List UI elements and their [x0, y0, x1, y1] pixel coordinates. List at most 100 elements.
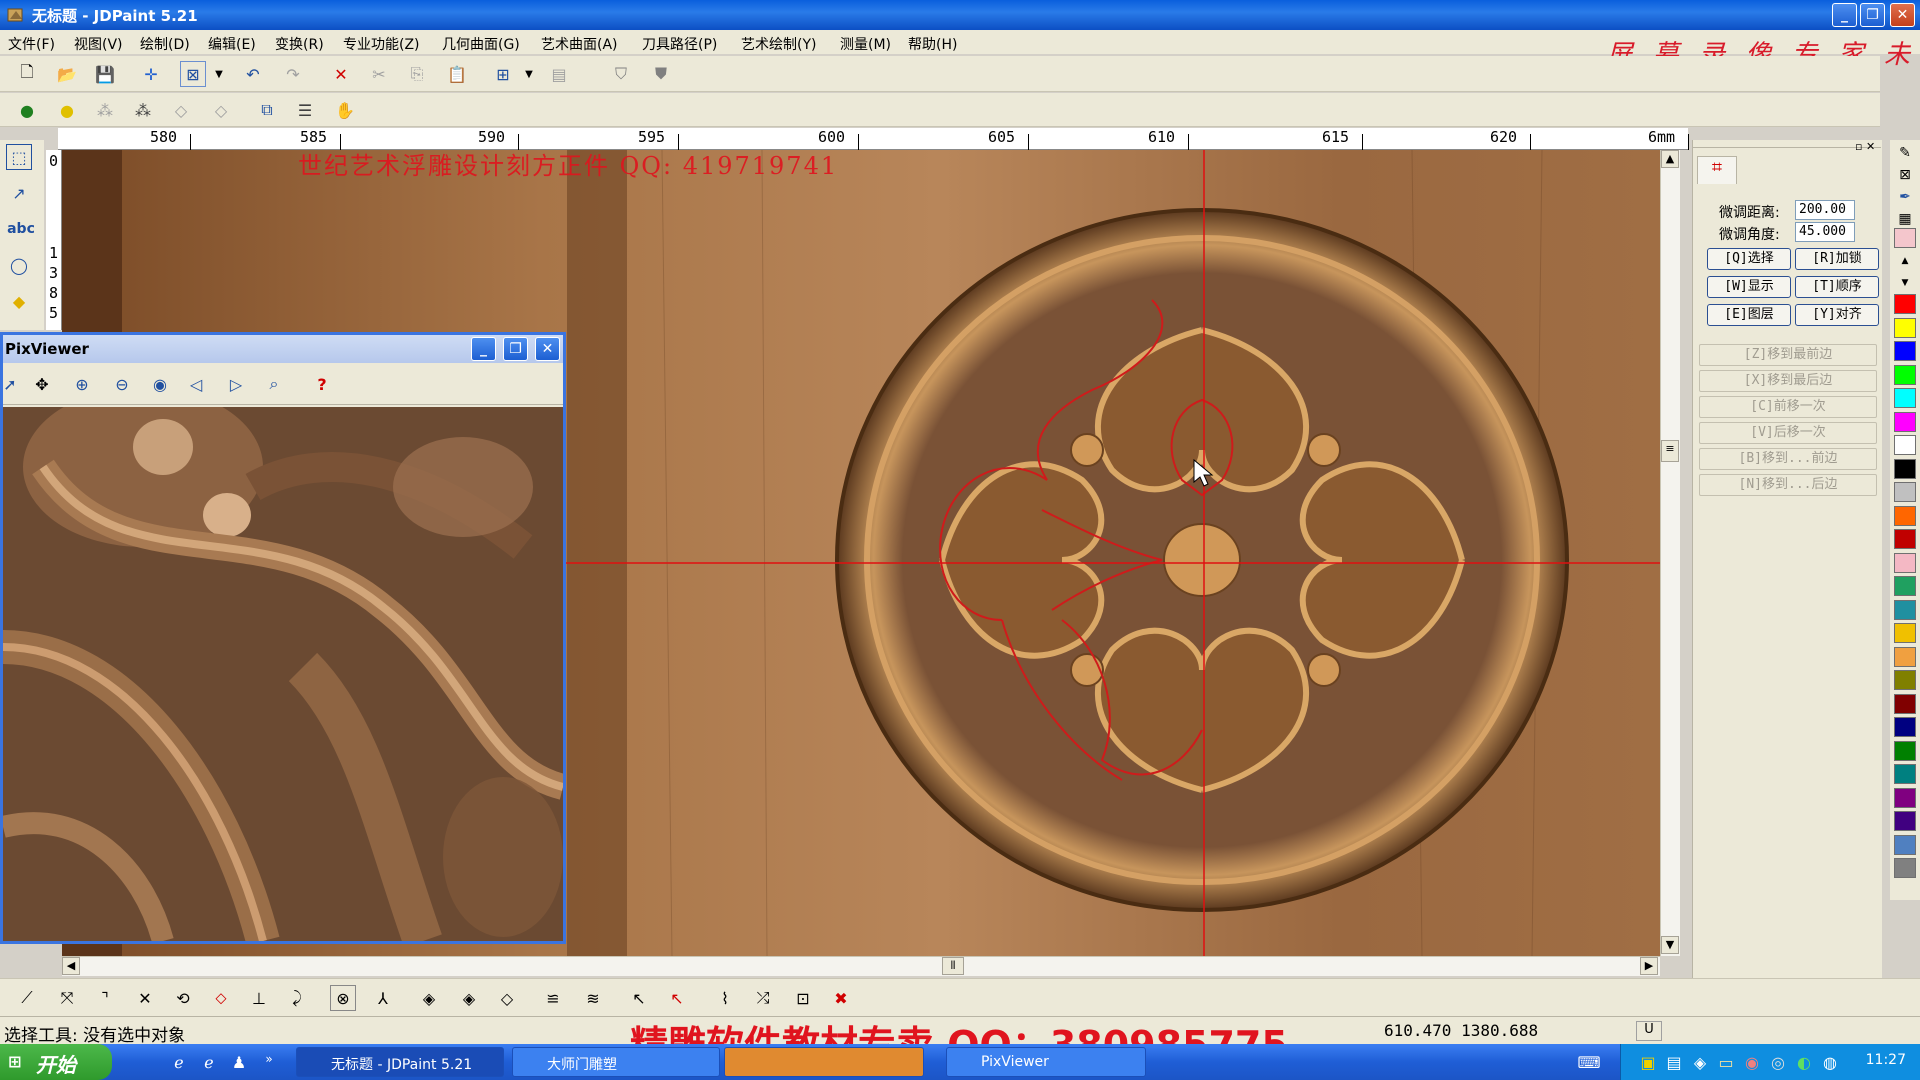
- color-swatch[interactable]: [1894, 388, 1916, 408]
- menu-edit[interactable]: 编辑(E): [208, 34, 256, 54]
- minimize-button[interactable]: _: [1832, 3, 1857, 27]
- bulb-icon[interactable]: ●: [54, 97, 80, 123]
- tangent-icon[interactable]: ⤸: [284, 985, 310, 1011]
- color-swatch[interactable]: [1894, 411, 1916, 432]
- menu-toolpath[interactable]: 刀具路径(P): [642, 34, 717, 54]
- crosshair-icon[interactable]: ✛: [138, 61, 164, 87]
- select-button[interactable]: [Q]选择: [1707, 248, 1791, 270]
- color-swatch[interactable]: [1894, 599, 1916, 620]
- menu-art-surface[interactable]: 艺术曲面(A): [541, 34, 618, 54]
- color-swatch[interactable]: [1894, 764, 1916, 784]
- horizontal-scrollbar[interactable]: ◀ ⦀ ▶: [62, 956, 1660, 976]
- pixviewer-maximize-button[interactable]: ❐: [503, 337, 528, 361]
- lock-button[interactable]: [R]加锁: [1795, 248, 1879, 270]
- paste-icon[interactable]: 📋: [444, 61, 470, 87]
- menu-draw[interactable]: 绘制(D): [140, 34, 190, 54]
- scroll-right-icon[interactable]: ▶: [1640, 957, 1658, 975]
- tray-icon-1[interactable]: ▣: [1635, 1049, 1661, 1075]
- color-swatch[interactable]: [1894, 435, 1916, 455]
- shield-icon[interactable]: ⛉: [608, 61, 634, 87]
- node-select-icon[interactable]: ⊡: [790, 985, 816, 1011]
- vertical-scrollbar[interactable]: ▲ ≡ ▼: [1660, 150, 1680, 956]
- task-jdpaint[interactable]: 无标题 - JDPaint 5.21: [296, 1047, 504, 1077]
- color-swatch[interactable]: [1894, 228, 1916, 248]
- start-button[interactable]: ⊞ 开始: [0, 1044, 112, 1080]
- arc-icon[interactable]: ⟲: [170, 985, 196, 1011]
- open-folder-icon[interactable]: 📂: [54, 61, 80, 87]
- stack-icon[interactable]: ≌: [540, 985, 566, 1011]
- menu-transform[interactable]: 变换(R): [275, 34, 324, 54]
- tray-icon-5[interactable]: ◉: [1739, 1049, 1765, 1075]
- tray-icon-6[interactable]: ◎: [1765, 1049, 1791, 1075]
- pages-icon[interactable]: ⧉: [254, 97, 280, 123]
- save-icon[interactable]: 💾: [92, 61, 118, 87]
- move-backward-button[interactable]: [V]后移一次: [1699, 422, 1877, 444]
- grid-snap-icon[interactable]: ⊞: [490, 61, 516, 87]
- angle-icon[interactable]: ⅄: [370, 985, 396, 1011]
- open-icon[interactable]: ➚: [0, 371, 23, 397]
- color-swatch[interactable]: [1894, 341, 1916, 361]
- tray-icon-3[interactable]: ◈: [1687, 1049, 1713, 1075]
- task-recorder[interactable]: [724, 1047, 924, 1077]
- diamond-remove-icon[interactable]: ◇: [494, 985, 520, 1011]
- move-forward-button[interactable]: [C]前移一次: [1699, 396, 1877, 418]
- pixviewer-minimize-button[interactable]: _: [471, 337, 496, 361]
- move-before-button[interactable]: [B]移到...前边: [1699, 448, 1877, 470]
- cut-icon[interactable]: ✂: [366, 61, 392, 87]
- keyboard-icon[interactable]: ⌨: [1576, 1049, 1602, 1075]
- color-swatch[interactable]: [1894, 717, 1916, 737]
- hand-icon[interactable]: ✋: [332, 97, 358, 123]
- task-pixviewer[interactable]: PixViewer: [946, 1047, 1146, 1077]
- text-tool-icon[interactable]: abc: [4, 216, 38, 242]
- color-swatch[interactable]: [1894, 787, 1916, 808]
- pointer-remove-icon[interactable]: ↖: [664, 985, 690, 1011]
- chevron-down-icon[interactable]: ▼: [206, 61, 232, 87]
- pixviewer-close-button[interactable]: ✕: [535, 337, 560, 361]
- scroll-up-icon[interactable]: ▲: [1661, 150, 1679, 168]
- pixviewer-window[interactable]: PixViewer _ ❐ ✕ ➚ ✥ ⊕ ⊖ ◉ ◁ ▷ ⌕ ?: [0, 332, 566, 944]
- node-edit2-icon[interactable]: ⤮: [750, 985, 776, 1011]
- color-swatch[interactable]: [1894, 458, 1916, 479]
- menu-pro[interactable]: 专业功能(Z): [343, 34, 420, 54]
- fine-angle-field[interactable]: 45.000: [1795, 222, 1855, 242]
- bulb-group-icon[interactable]: ⁂: [92, 97, 118, 123]
- node-spline-icon[interactable]: ⌇: [712, 985, 738, 1011]
- color-swatch[interactable]: [1894, 623, 1916, 643]
- move-after-button[interactable]: [N]移到...后边: [1699, 474, 1877, 496]
- color-swatch[interactable]: [1894, 858, 1916, 878]
- hscroll-thumb[interactable]: ⦀: [942, 957, 964, 975]
- panel-pin-icon[interactable]: ▫ ✕: [1855, 140, 1875, 153]
- chevron-down-icon[interactable]: ▼: [516, 61, 542, 87]
- color-swatch[interactable]: [1894, 294, 1916, 314]
- arrow-right-icon[interactable]: ◇: [208, 97, 234, 123]
- layer-button[interactable]: [E]图层: [1707, 304, 1791, 326]
- display-button[interactable]: [W]显示: [1707, 276, 1791, 298]
- fill-tool-icon[interactable]: ◆: [6, 288, 32, 314]
- bulb-multi-icon[interactable]: ⁂: [130, 97, 156, 123]
- color-swatch[interactable]: [1894, 670, 1916, 690]
- shield-filled-icon[interactable]: ⛊: [648, 61, 674, 87]
- align-button[interactable]: [Y]对齐: [1795, 304, 1879, 326]
- pan-icon[interactable]: ✥: [29, 371, 55, 397]
- menu-view[interactable]: 视图(V): [74, 34, 123, 54]
- maximize-button[interactable]: ❐: [1860, 3, 1885, 27]
- menu-art-draw[interactable]: 艺术绘制(Y): [741, 34, 816, 54]
- pointer-icon[interactable]: ↖: [626, 985, 652, 1011]
- color-swatch[interactable]: [1894, 811, 1916, 831]
- palette-scroll-down-icon[interactable]: ▼: [1892, 270, 1918, 296]
- ie-icon[interactable]: ℯ: [196, 1049, 222, 1075]
- color-swatch[interactable]: [1894, 740, 1916, 761]
- color-swatch[interactable]: [1894, 505, 1916, 526]
- messenger-icon[interactable]: ♟: [226, 1049, 252, 1075]
- color-swatch[interactable]: [1894, 529, 1916, 549]
- select-box-icon[interactable]: ⊠: [180, 61, 206, 87]
- shape-tool-icon[interactable]: ◯: [6, 252, 32, 278]
- menu-geom-surface[interactable]: 几何曲面(G): [442, 34, 520, 54]
- diamond-icon[interactable]: ◈: [416, 985, 442, 1011]
- color-swatch[interactable]: [1894, 693, 1916, 714]
- copy-icon[interactable]: ⎘: [404, 61, 430, 87]
- move-to-front-button[interactable]: [Z]移到最前边: [1699, 344, 1877, 366]
- task-folder[interactable]: 大师门雕塑: [512, 1047, 720, 1077]
- scroll-left-icon[interactable]: ◀: [62, 957, 80, 975]
- color-swatch[interactable]: [1894, 317, 1916, 338]
